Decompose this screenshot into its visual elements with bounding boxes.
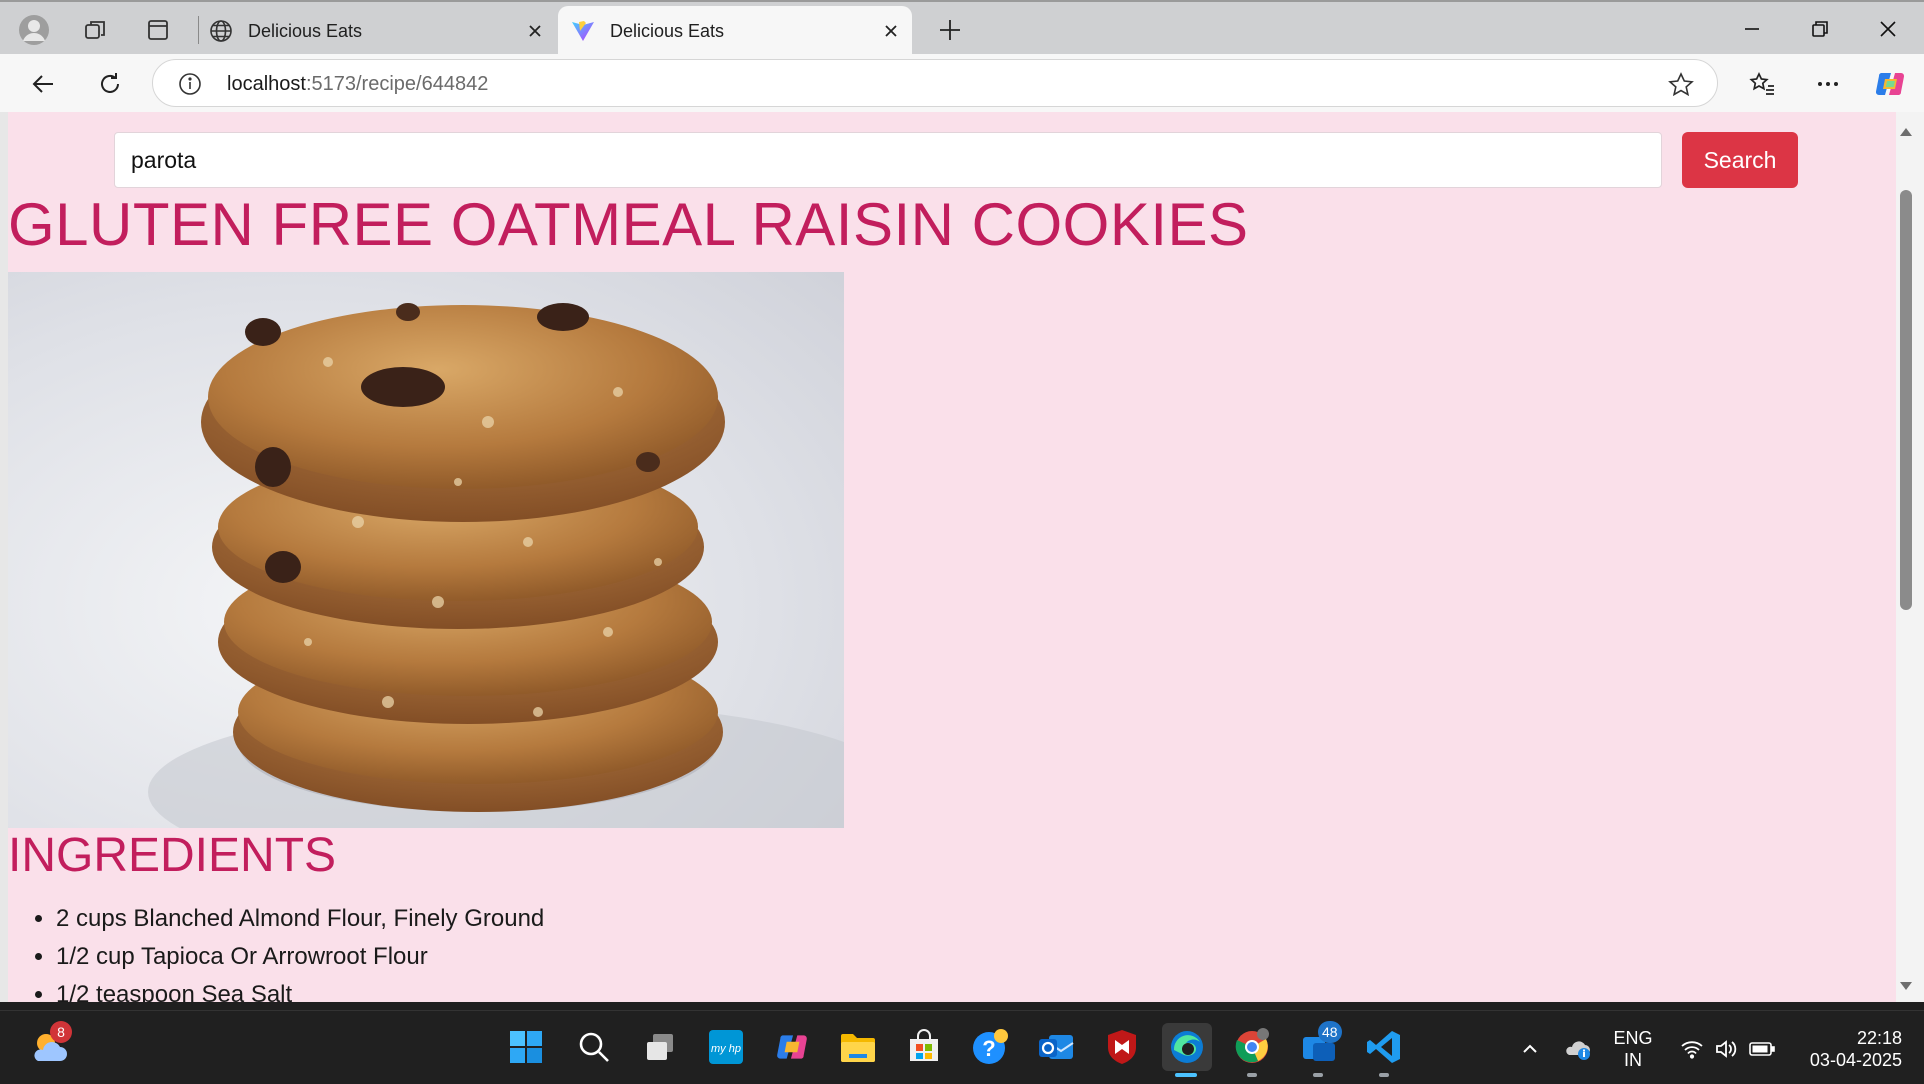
copilot-app-icon[interactable]: [768, 1023, 816, 1071]
edge-browser-icon[interactable]: [1162, 1023, 1212, 1077]
myhp-icon[interactable]: my hp: [702, 1023, 750, 1071]
chrome-icon[interactable]: [1228, 1023, 1276, 1077]
tab-delicious-eats-1[interactable]: Delicious Eats: [208, 8, 548, 54]
windows-taskbar: 8 my hp ? 48 ENG IN 22:18 03-04-2025: [0, 1010, 1924, 1084]
close-tab-icon[interactable]: [522, 18, 548, 44]
viewport-edge: [0, 112, 8, 1002]
outlook-icon[interactable]: [1032, 1023, 1080, 1071]
weather-badge: 8: [50, 1021, 72, 1043]
new-tab-plus-icon[interactable]: [932, 12, 968, 48]
scroll-down-arrow-icon[interactable]: [1898, 978, 1914, 994]
microsoft-store-icon[interactable]: [900, 1023, 948, 1071]
search-icon[interactable]: [570, 1023, 618, 1071]
favorite-star-icon[interactable]: [1667, 71, 1695, 99]
clock-time: 22:18: [1856, 1028, 1902, 1048]
onedrive-info-icon[interactable]: [1564, 1035, 1592, 1063]
mcafee-icon[interactable]: [1098, 1023, 1146, 1071]
battery-icon[interactable]: [1748, 1035, 1776, 1063]
scrollbar-thumb[interactable]: [1900, 190, 1912, 610]
tab-separator: [198, 16, 199, 44]
close-tab-icon[interactable]: [878, 18, 904, 44]
lang-line-2: IN: [1624, 1050, 1642, 1070]
back-arrow-icon[interactable]: [24, 64, 64, 104]
teams-icon[interactable]: 48: [1294, 1021, 1342, 1077]
scroll-up-arrow-icon[interactable]: [1898, 124, 1914, 140]
search-bar: Search: [114, 132, 1800, 188]
recipe-image: [8, 272, 844, 828]
running-indicator: [1313, 1073, 1323, 1077]
running-indicator: [1247, 1073, 1257, 1077]
restore-icon[interactable]: [1790, 10, 1850, 48]
refresh-icon[interactable]: [90, 64, 130, 104]
ingredient-item: 2 cups Blanched Almond Flour, Finely Gro…: [56, 900, 544, 938]
url-text: localhost:5173/recipe/644842: [227, 73, 488, 96]
get-help-icon[interactable]: ?: [966, 1023, 1014, 1071]
vscode-icon[interactable]: [1360, 1023, 1408, 1077]
close-window-icon[interactable]: [1858, 10, 1918, 48]
active-indicator: [1175, 1073, 1197, 1077]
task-view-icon[interactable]: [636, 1023, 684, 1071]
wifi-icon[interactable]: [1678, 1035, 1706, 1063]
svg-text:?: ?: [982, 1036, 995, 1061]
file-explorer-icon[interactable]: [834, 1023, 882, 1071]
ingredient-item: 1/2 cup Tapioca Or Arrowroot Flour: [56, 938, 544, 976]
profile-avatar-icon[interactable]: [16, 12, 52, 48]
ingredients-list: 2 cups Blanched Almond Flour, Finely Gro…: [56, 900, 544, 1002]
tab-delicious-eats-2[interactable]: Delicious Eats: [558, 6, 912, 56]
tab-title: Delicious Eats: [248, 20, 363, 41]
volume-icon[interactable]: [1712, 1035, 1740, 1063]
workspaces-icon[interactable]: [78, 12, 114, 48]
url-host: localhost: [227, 73, 306, 95]
browser-toolbar: localhost:5173/recipe/644842: [0, 54, 1924, 112]
tab-title: Delicious Eats: [610, 20, 725, 41]
site-info-icon[interactable]: [177, 71, 203, 97]
lang-line-1: ENG: [1613, 1028, 1653, 1048]
vite-logo-icon: [570, 18, 596, 44]
show-hidden-icons-chevron-icon[interactable]: [1516, 1035, 1544, 1063]
url-path: :5173/recipe/644842: [305, 73, 489, 95]
svg-text:my hp: my hp: [711, 1043, 741, 1055]
copilot-icon[interactable]: [1870, 64, 1910, 104]
start-windows-icon[interactable]: [502, 1023, 550, 1071]
input-language-indicator[interactable]: ENG IN: [1608, 1027, 1658, 1071]
weather-widget-icon[interactable]: 8: [26, 1021, 74, 1071]
favorites-list-icon[interactable]: [1742, 64, 1782, 104]
tab-actions-icon[interactable]: [140, 12, 176, 48]
search-button[interactable]: Search: [1682, 132, 1798, 188]
page-viewport: Search GLUTEN FREE OATMEAL RAISIN COOKIE…: [8, 112, 1896, 1002]
recipe-title: GLUTEN FREE OATMEAL RAISIN COOKIES: [8, 191, 1249, 258]
globe-icon: [208, 18, 234, 44]
running-indicator: [1379, 1073, 1389, 1077]
minimize-icon[interactable]: [1722, 10, 1782, 48]
search-input[interactable]: [114, 132, 1662, 188]
ingredient-item: 1/2 teaspoon Sea Salt: [56, 976, 544, 1002]
more-options-icon[interactable]: [1808, 64, 1848, 104]
ingredients-heading: INGREDIENTS: [8, 829, 337, 882]
clock-date: 03-04-2025: [1809, 1050, 1902, 1070]
address-bar[interactable]: localhost:5173/recipe/644842: [152, 59, 1718, 107]
teams-badge: 48: [1318, 1021, 1342, 1043]
system-clock[interactable]: 22:18 03-04-2025: [1790, 1027, 1902, 1071]
browser-tab-strip: Delicious Eats Delicious Eats: [0, 0, 1924, 56]
